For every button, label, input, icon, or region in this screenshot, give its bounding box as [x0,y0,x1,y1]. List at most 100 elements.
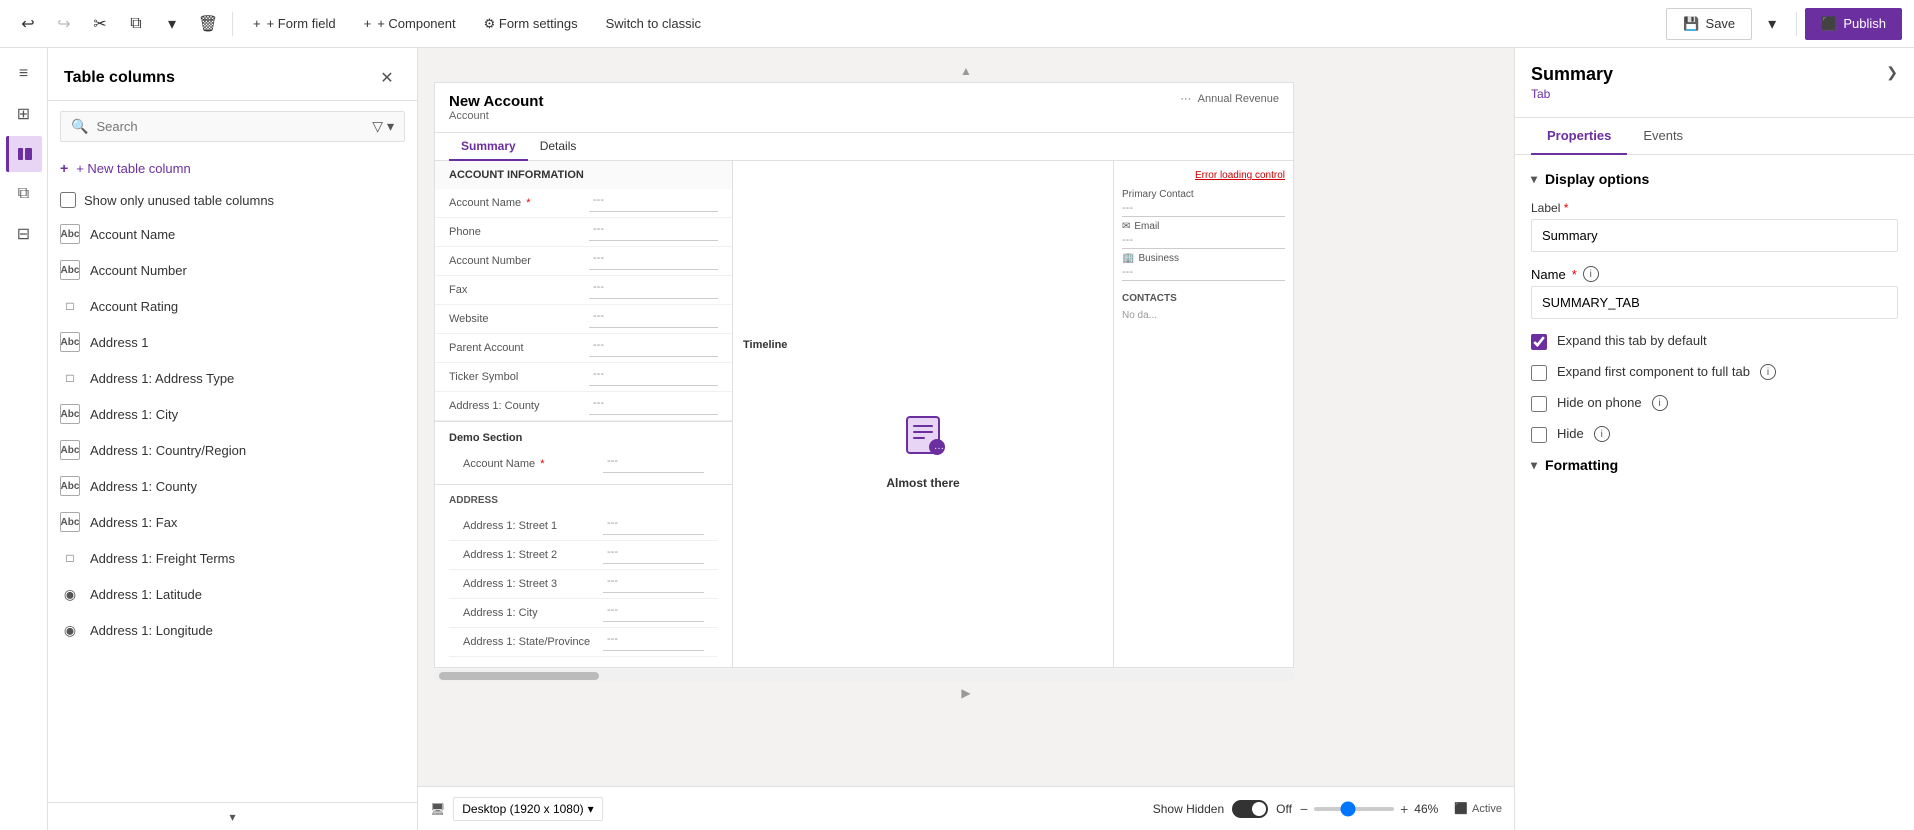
horizontal-scrollbar[interactable] [434,670,1294,682]
show-hidden-label: Show Hidden [1153,802,1224,816]
search-bar-icons: ▽ ▾ [372,118,394,135]
display-options-header-label: Display options [1545,171,1649,187]
collapse-icon: ▾ [1531,172,1537,186]
name-input[interactable] [1531,286,1898,319]
contacts-header: CONTACTS [1122,293,1285,304]
active-label: Active [1472,803,1502,815]
zoom-in-button[interactable]: + [1400,801,1408,817]
hide-info-icon[interactable]: i [1594,426,1610,442]
sidebar-item-account-name[interactable]: Abc Account Name [48,216,417,252]
field-account-name: Account Name * --- [435,189,732,218]
demo-section: Demo Section Account Name * --- [435,422,732,485]
tab-details[interactable]: Details [528,133,589,161]
sidebar-item-address1-freight[interactable]: □ Address 1: Freight Terms [48,540,417,576]
show-hidden-switch[interactable] [1232,800,1268,818]
viewport-selector[interactable]: Desktop (1920 x 1080) ▾ [453,797,602,821]
switch-classic-button[interactable]: Switch to classic [594,8,713,40]
right-panel-expand-button[interactable]: ❯ [1886,64,1898,81]
business-label: Business [1138,253,1179,264]
nav-table-button[interactable]: ⊟ [6,216,42,252]
item-label: Address 1: County [90,479,197,494]
zoom-slider[interactable] [1314,807,1394,811]
events-tab[interactable]: Events [1627,118,1699,155]
field-label: Address 1: Street 1 [463,520,603,532]
field-parent-account: Parent Account --- [435,334,732,363]
undo-button[interactable]: ↩ [12,8,44,40]
name-field-group: Name * i [1531,266,1898,333]
display-options-section-header[interactable]: ▾ Display options [1531,171,1898,187]
timeline-text: Almost there [886,476,959,490]
toggle-knob [1252,802,1266,816]
sidebar-item-account-rating[interactable]: □ Account Rating [48,288,417,324]
hide-phone-checkbox[interactable] [1531,396,1547,412]
sidebar-item-account-number[interactable]: Abc Account Number [48,252,417,288]
right-primary-contact: Primary Contact --- ✉ Email --- 🏢 Busine… [1122,189,1285,281]
email-label: Email [1134,221,1159,232]
annual-revenue-label: Annual Revenue [1198,93,1279,105]
top-toolbar: ↩ ↪ ✂ ⧉ ▾ 🗑 + + Form field + + Component… [0,0,1914,48]
plus-icon-2: + [364,16,372,31]
address-section-header: ADDRESS [449,495,718,506]
form-settings-button[interactable]: ⚙ Form settings [472,8,590,40]
search-input[interactable] [96,119,364,134]
field-label: Account Name * [449,197,589,209]
publish-button[interactable]: ⬛ Publish [1805,8,1902,40]
hide-checkbox[interactable] [1531,427,1547,443]
scrollbar-thumb[interactable] [439,672,599,680]
item-label: Address 1 [90,335,149,350]
switch-classic-label: Switch to classic [606,16,701,31]
sidebar-item-address1-country[interactable]: Abc Address 1: Country/Region [48,432,417,468]
sort-button[interactable]: ▾ [387,118,394,135]
business-value: --- [1122,264,1285,281]
primary-contact-value: --- [1122,200,1285,217]
filter-button[interactable]: ▽ [372,118,383,135]
sidebar-item-address1-city[interactable]: Abc Address 1: City [48,396,417,432]
divider-2 [1796,12,1797,36]
copy-button[interactable]: ⧉ [120,8,152,40]
email-icon: ✉ [1122,221,1130,232]
form-header: New Account Account ··· Annual Revenue [435,83,1293,133]
redo-button[interactable]: ↪ [48,8,80,40]
expand-first-checkbox[interactable] [1531,365,1547,381]
new-table-column-button[interactable]: + + New table column [48,152,417,184]
timeline-svg-icon: ··· [899,411,947,459]
form-field-button[interactable]: + + Form field [241,8,348,40]
sidebar-scroll-down[interactable]: ▾ [48,802,417,830]
properties-tab[interactable]: Properties [1531,118,1627,155]
nav-columns-button[interactable] [6,136,42,172]
sidebar-item-address1-lat[interactable]: ◉ Address 1: Latitude [48,576,417,612]
zoom-out-button[interactable]: − [1300,801,1308,817]
expand-tab-checkbox[interactable] [1531,334,1547,350]
show-unused-checkbox[interactable] [60,192,76,208]
name-required-star: * [1572,267,1577,282]
nav-menu-button[interactable]: ≡ [6,56,42,92]
sidebar-item-address1[interactable]: Abc Address 1 [48,324,417,360]
show-unused-row[interactable]: Show only unused table columns [48,184,417,216]
save-button[interactable]: 💾 Save [1666,8,1752,40]
demo-field-account-name: Account Name * --- [449,450,718,478]
cut-button[interactable]: ✂ [84,8,116,40]
sidebar-item-address1-long[interactable]: ◉ Address 1: Longitude [48,612,417,648]
name-info-icon[interactable]: i [1583,266,1599,282]
paste-dropdown-button[interactable]: ▾ [156,8,188,40]
expand-first-info-icon[interactable]: i [1760,364,1776,380]
tab-summary[interactable]: Summary [449,133,528,161]
form-subtitle: Account [449,110,543,122]
sidebar-item-address1-county[interactable]: Abc Address 1: County [48,468,417,504]
sidebar-item-address1-type[interactable]: □ Address 1: Address Type [48,360,417,396]
hide-phone-info-icon[interactable]: i [1652,395,1668,411]
form-title: New Account [449,93,543,110]
svg-text:···: ··· [934,443,944,454]
canvas-scroll[interactable]: ▲ New Account Account ··· Annual Revenue [418,48,1514,786]
delete-button[interactable]: 🗑 [192,8,224,40]
sidebar-item-address1-fax[interactable]: Abc Address 1: Fax [48,504,417,540]
label-input[interactable] [1531,219,1898,252]
save-dropdown-button[interactable]: ▾ [1756,8,1788,40]
formatting-section-header[interactable]: ▾ Formatting [1531,457,1898,473]
sidebar-close-button[interactable]: ✕ [373,64,401,92]
nav-grid-button[interactable]: ⊞ [6,96,42,132]
nav-layers-button[interactable]: ⧉ [6,176,42,212]
error-loading-link[interactable]: Error loading control [1195,170,1285,181]
component-button[interactable]: + + Component [352,8,468,40]
header-right-dots: ··· [1180,93,1191,105]
